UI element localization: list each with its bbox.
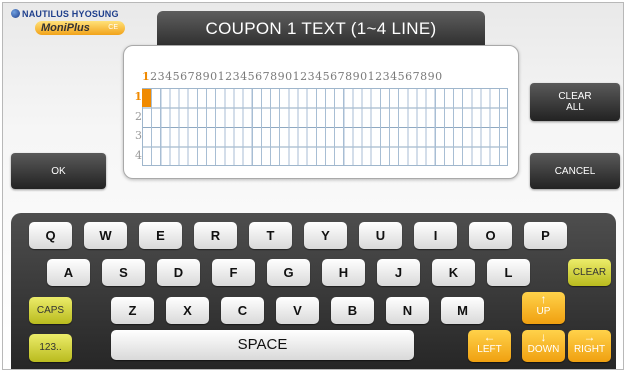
- key-l[interactable]: L: [487, 259, 530, 286]
- key-m[interactable]: M: [441, 297, 484, 324]
- key-d[interactable]: D: [157, 259, 200, 286]
- key-v[interactable]: V: [276, 297, 319, 324]
- left-key-label: LEFT: [477, 344, 502, 355]
- row-number-4: 4: [135, 148, 142, 162]
- clear-key[interactable]: CLEAR: [568, 259, 611, 286]
- key-n[interactable]: N: [386, 297, 429, 324]
- key-o[interactable]: O: [469, 222, 512, 249]
- arrow-down-icon: ↓: [540, 330, 547, 344]
- key-w[interactable]: W: [84, 222, 127, 249]
- key-b[interactable]: B: [331, 297, 374, 324]
- up-arrow-key[interactable]: ↑ UP: [522, 292, 565, 324]
- key-q[interactable]: Q: [29, 222, 72, 249]
- left-arrow-key[interactable]: ← LEFT: [468, 330, 511, 362]
- key-j[interactable]: J: [377, 259, 420, 286]
- logo: NAUTILUS HYOSUNG MoniPlus CE: [11, 9, 133, 39]
- clear-all-label-line1: CLEAR: [558, 91, 592, 102]
- brand-text: NAUTILUS HYOSUNG: [22, 9, 119, 19]
- key-k[interactable]: K: [432, 259, 475, 286]
- ruler-current-column: 1: [142, 70, 151, 83]
- caps-key[interactable]: CAPS: [29, 297, 72, 324]
- arrow-left-icon: ←: [483, 330, 496, 344]
- clear-all-label-line2: ALL: [566, 102, 584, 113]
- key-y[interactable]: Y: [304, 222, 347, 249]
- key-f[interactable]: F: [212, 259, 255, 286]
- product-badge: MoniPlus CE: [35, 21, 125, 35]
- on-screen-keyboard: Q W E R T Y U I O P A S D F G H J K L CL…: [11, 213, 616, 369]
- key-g[interactable]: G: [267, 259, 310, 286]
- key-h[interactable]: H: [322, 259, 365, 286]
- numeric-mode-key[interactable]: 123..: [29, 334, 72, 362]
- key-i[interactable]: I: [414, 222, 457, 249]
- key-c[interactable]: C: [221, 297, 264, 324]
- row-numbers: 1 2 3 4: [130, 87, 142, 165]
- product-name: MoniPlus: [41, 22, 90, 34]
- arrow-right-icon: →: [583, 330, 596, 344]
- key-a[interactable]: A: [47, 259, 90, 286]
- down-key-label: DOWN: [527, 344, 560, 355]
- key-e[interactable]: E: [139, 222, 182, 249]
- up-key-label: UP: [536, 306, 551, 317]
- down-arrow-key[interactable]: ↓ DOWN: [522, 330, 565, 362]
- key-x[interactable]: X: [166, 297, 209, 324]
- key-z[interactable]: Z: [111, 297, 154, 324]
- key-t[interactable]: T: [249, 222, 292, 249]
- clear-all-button[interactable]: CLEAR ALL: [530, 83, 620, 121]
- right-arrow-key[interactable]: → RIGHT: [568, 330, 611, 362]
- key-u[interactable]: U: [359, 222, 402, 249]
- row-number-2: 2: [135, 109, 142, 123]
- ruler-columns: 234567890123456789012345678901234567890: [150, 70, 443, 83]
- text-cursor: [142, 89, 151, 107]
- key-p[interactable]: P: [524, 222, 567, 249]
- arrow-up-icon: ↑: [540, 292, 547, 306]
- ok-button[interactable]: OK: [11, 153, 106, 189]
- space-key[interactable]: SPACE: [111, 330, 414, 360]
- atm-screen: NAUTILUS HYOSUNG MoniPlus CE COUPON 1 TEX…: [2, 2, 624, 370]
- row-number-1: 1: [134, 90, 142, 103]
- column-ruler: 1234567890123456789012345678901234567890: [142, 70, 443, 83]
- key-r[interactable]: R: [194, 222, 237, 249]
- product-suffix: CE: [108, 24, 118, 31]
- cancel-button[interactable]: CANCEL: [530, 153, 620, 189]
- key-s[interactable]: S: [102, 259, 145, 286]
- text-editor-panel: 1234567890123456789012345678901234567890…: [123, 45, 519, 179]
- right-key-label: RIGHT: [573, 344, 606, 355]
- globe-icon: [11, 9, 20, 18]
- page-title: COUPON 1 TEXT (1~4 LINE): [157, 11, 485, 47]
- text-input-grid[interactable]: [142, 88, 508, 166]
- row-number-3: 3: [135, 129, 142, 142]
- brand-name: NAUTILUS HYOSUNG: [11, 9, 119, 19]
